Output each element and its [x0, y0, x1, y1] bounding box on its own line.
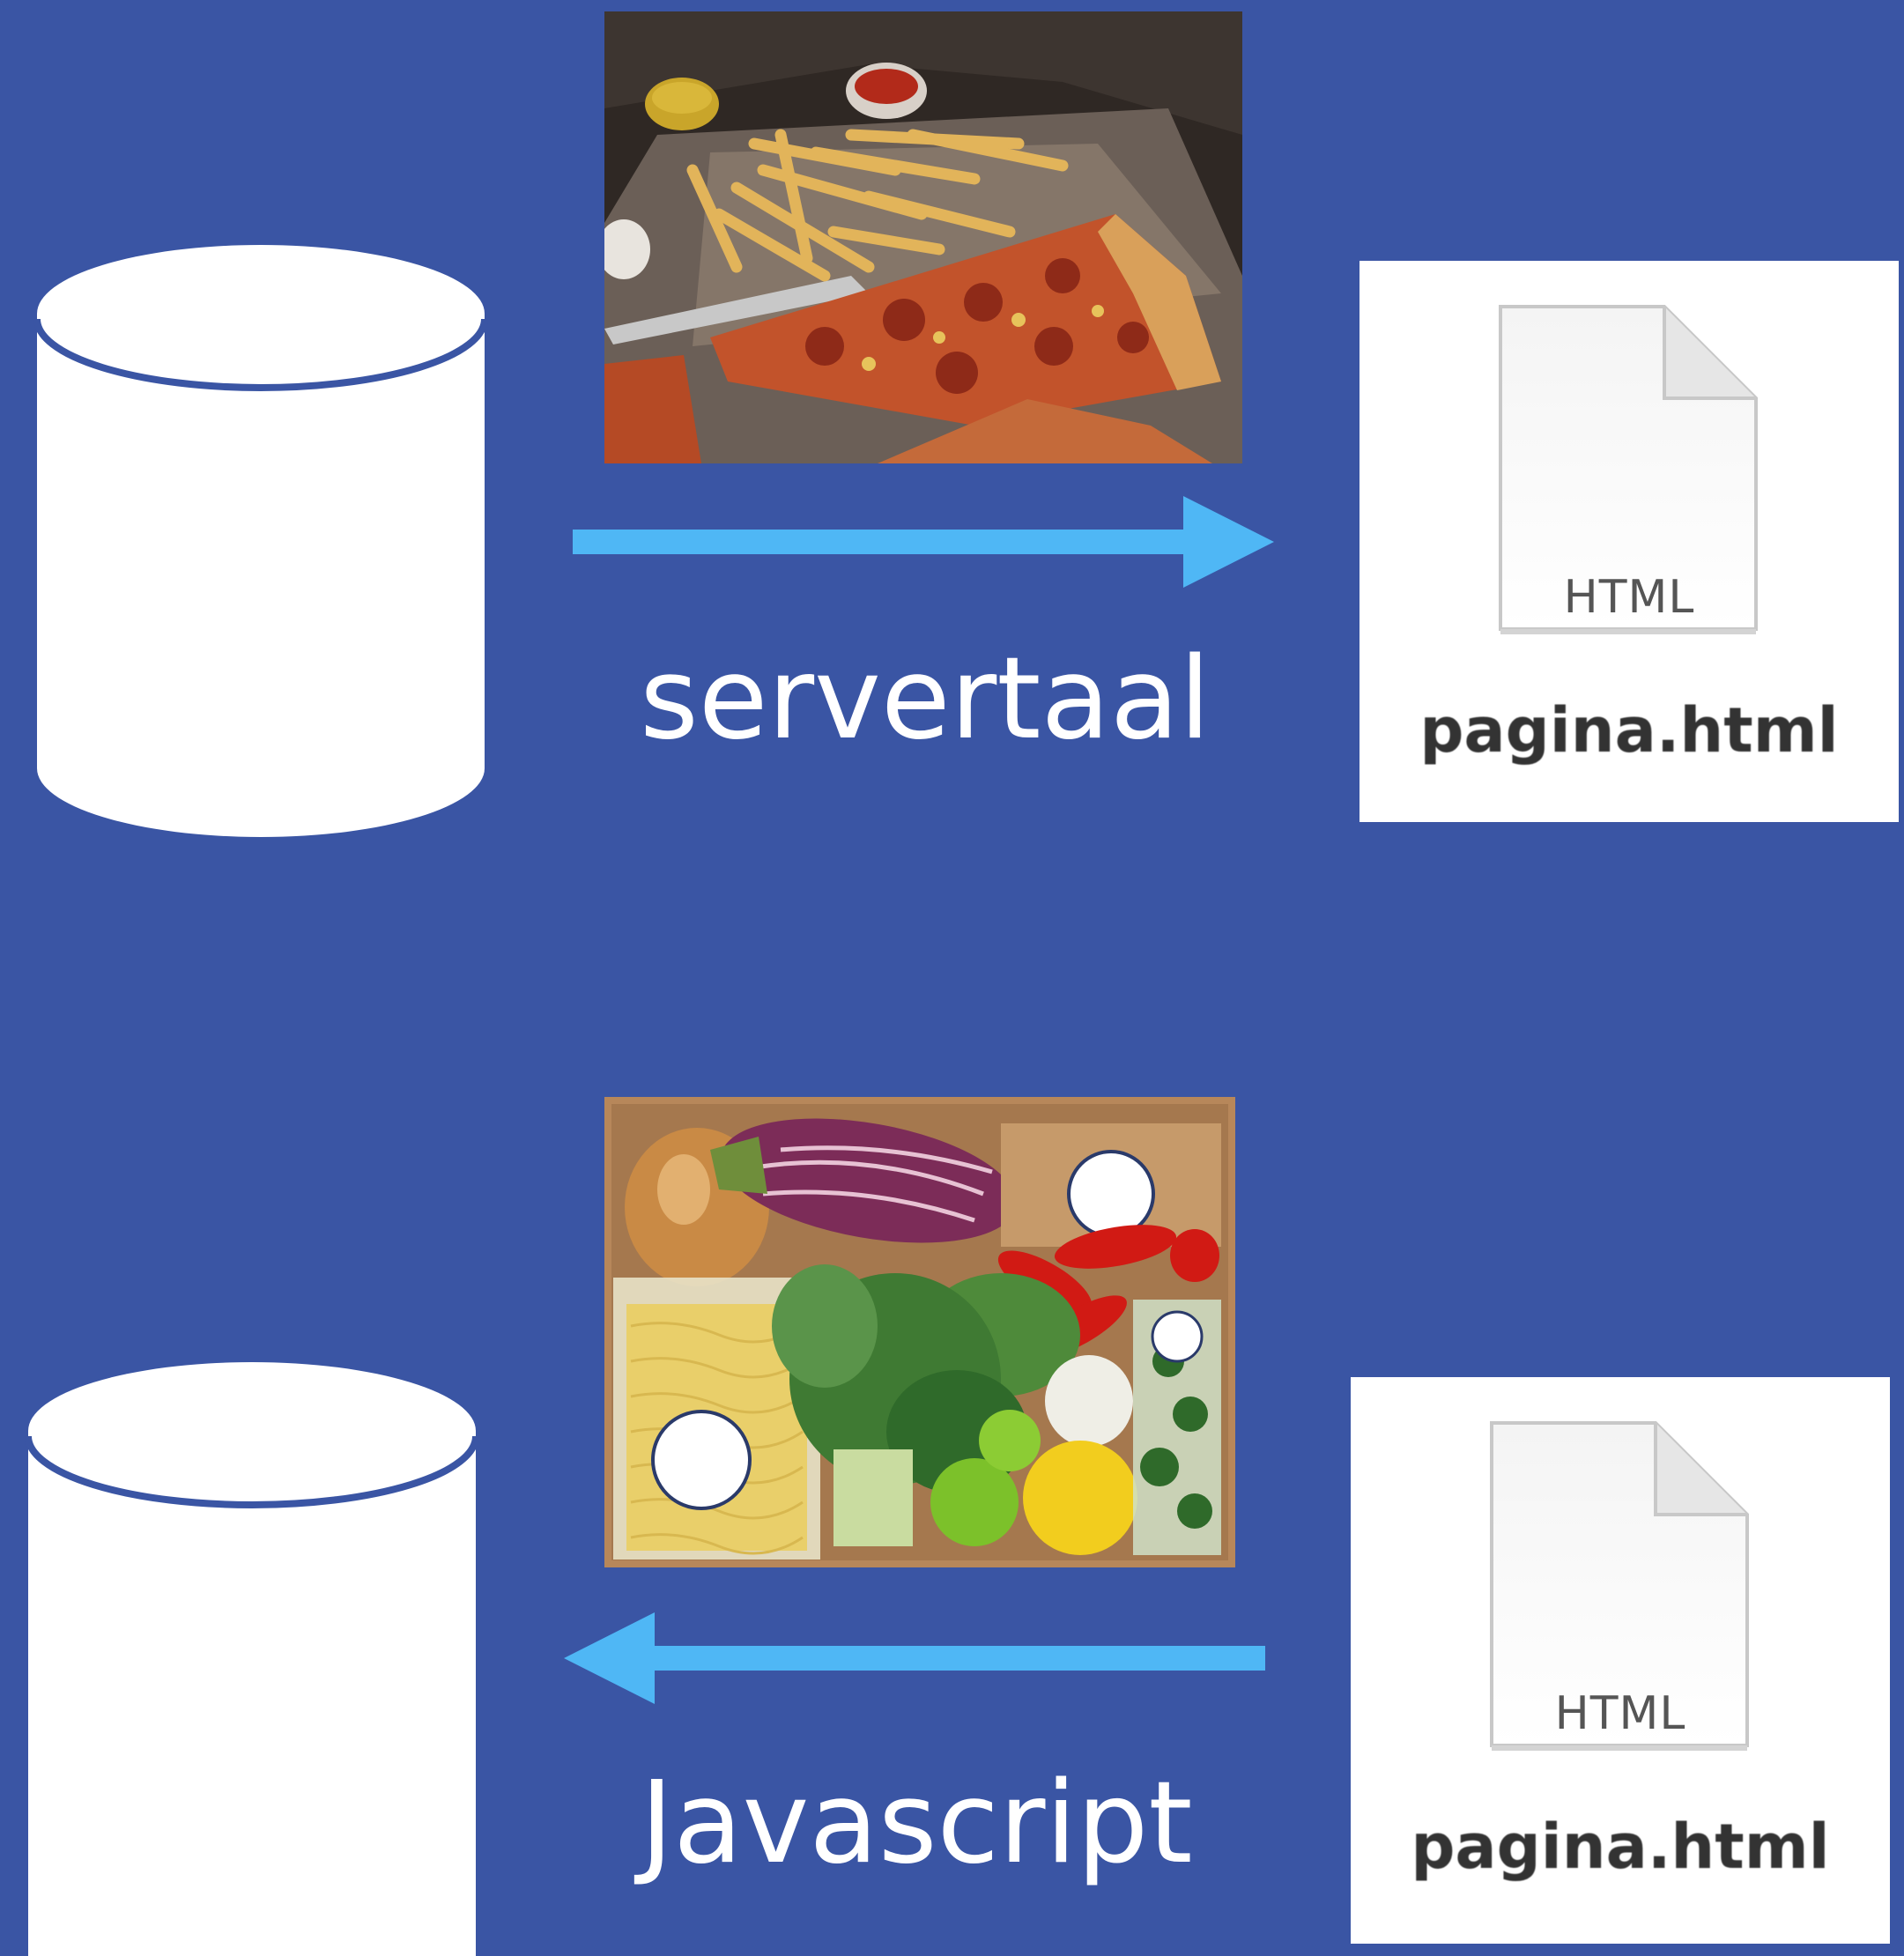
file-name-label: pagina.html: [1411, 1811, 1830, 1883]
arrow-left-icon: [564, 1612, 1265, 1704]
file-name-label: pagina.html: [1419, 694, 1839, 767]
flow-label-servertaal: servertaal: [640, 633, 1211, 765]
database-icon-bottom: [25, 1362, 479, 1956]
file-type-label: HTML: [1554, 1687, 1686, 1740]
meal-kit-box-photo: [604, 1097, 1235, 1567]
database-icon-top: [33, 245, 488, 837]
html-file-card-top: HTML pagina.html: [1359, 261, 1899, 822]
html-file-card-bottom: HTML pagina.html: [1351, 1377, 1890, 1944]
arrow-right-icon: [573, 496, 1274, 588]
pizza-and-fries-photo: [604, 11, 1242, 463]
flow-label-javascript: Javascript: [640, 1758, 1193, 1889]
file-type-label: HTML: [1563, 571, 1695, 624]
